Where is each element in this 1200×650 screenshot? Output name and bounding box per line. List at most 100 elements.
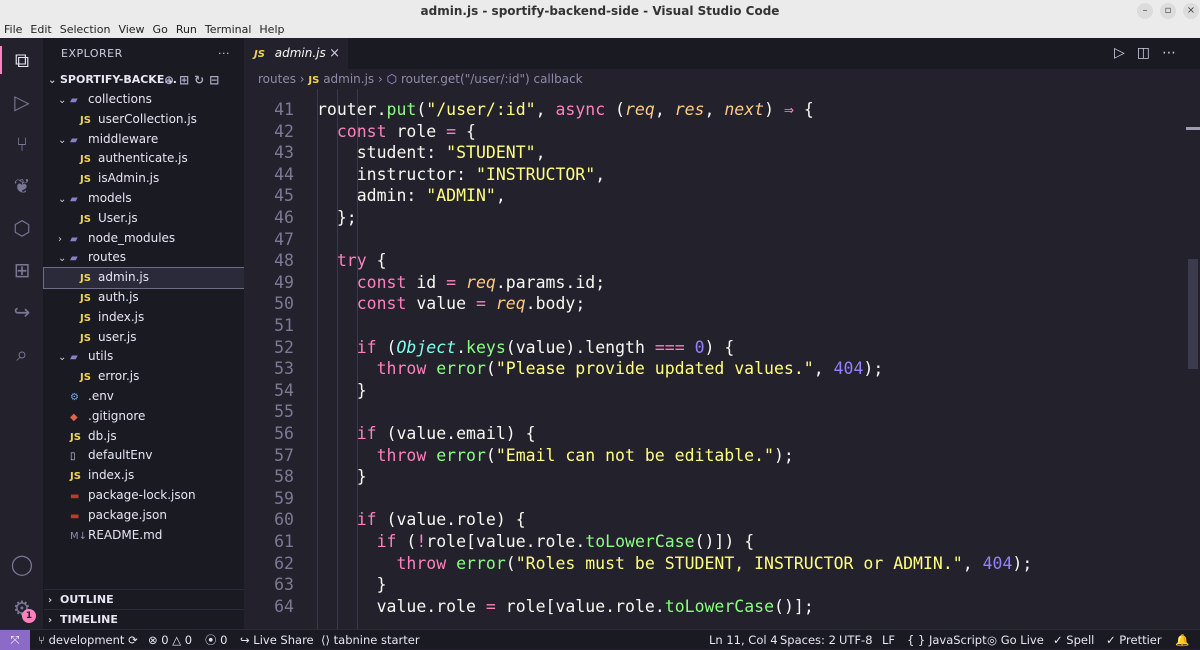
- mongodb-icon[interactable]: ❦: [8, 172, 36, 200]
- ports-item[interactable]: ⦿ 0: [205, 630, 227, 650]
- tree-folder[interactable]: › ▰ node_modules: [44, 229, 244, 249]
- close-window-button[interactable]: ×: [1183, 3, 1199, 19]
- source-control-icon[interactable]: ⑂: [8, 130, 36, 158]
- run-icon[interactable]: ▷: [1114, 45, 1137, 61]
- breadcrumb-file[interactable]: admin.js: [323, 72, 374, 86]
- maximize-button[interactable]: ▫: [1160, 3, 1176, 19]
- indentation[interactable]: Spaces: 2: [780, 630, 836, 650]
- code-line[interactable]: 43 student: "STUDENT",: [244, 142, 1184, 164]
- code-line[interactable]: 63 }: [244, 574, 1184, 596]
- more-actions-icon[interactable]: ···: [218, 38, 230, 70]
- breadcrumb-symbol[interactable]: router.get("/user/:id") callback: [401, 72, 583, 86]
- code-line[interactable]: 45 admin: "ADMIN",: [244, 185, 1184, 207]
- code-line[interactable]: 56 if (value.email) {: [244, 423, 1184, 445]
- code-line[interactable]: 47: [244, 229, 1184, 251]
- go-live-item[interactable]: ◎ Go Live: [987, 630, 1044, 650]
- tree-folder[interactable]: ⌄ ▰ collections: [44, 90, 244, 110]
- code-line[interactable]: 55: [244, 401, 1184, 423]
- extensions-icon[interactable]: ⊞: [8, 256, 36, 284]
- tree-file[interactable]: JS index.js: [44, 308, 244, 328]
- menu-file[interactable]: File: [0, 22, 26, 38]
- code-line[interactable]: 50 const value = req.body;: [244, 293, 1184, 315]
- code-line[interactable]: 58 }: [244, 466, 1184, 488]
- language-mode[interactable]: { } JavaScript: [907, 630, 987, 650]
- tab-admin-js[interactable]: JS admin.js ×: [244, 38, 348, 69]
- tree-file[interactable]: JS auth.js: [44, 288, 244, 308]
- code-line[interactable]: 62 throw error("Roles must be STUDENT, I…: [244, 553, 1184, 575]
- tree-folder[interactable]: ⌄ ▰ middleware: [44, 130, 244, 150]
- remote-explorer-icon[interactable]: ⬡: [8, 214, 36, 242]
- menu-edit[interactable]: Edit: [26, 22, 55, 38]
- line-ending[interactable]: LF: [882, 630, 895, 650]
- split-editor-icon[interactable]: ◫: [1137, 45, 1162, 61]
- timeline-section[interactable]: › TIMELINE: [44, 609, 244, 629]
- run-debug-icon[interactable]: ▷: [8, 88, 36, 116]
- tree-file[interactable]: JS error.js: [44, 367, 244, 387]
- live-share-icon[interactable]: ↪: [8, 298, 36, 326]
- prettier-item[interactable]: ✓ Prettier: [1106, 630, 1162, 650]
- refresh-icon[interactable]: ↻: [194, 73, 209, 87]
- explorer-icon[interactable]: ⧉: [8, 46, 36, 74]
- collapse-all-icon[interactable]: ⊟: [209, 73, 224, 87]
- tree-file[interactable]: ▬ package.json: [44, 506, 244, 526]
- code-line[interactable]: 60 if (value.role) {: [244, 509, 1184, 531]
- tree-file[interactable]: JS authenticate.js: [44, 149, 244, 169]
- code-editor[interactable]: 41 router.put("/user/:id", async (req, re…: [244, 89, 1186, 629]
- search-icon[interactable]: ⌕: [8, 340, 36, 368]
- more-icon[interactable]: ⋯: [1162, 45, 1188, 61]
- code-line[interactable]: 52 if (Object.keys(value).length === 0) …: [244, 337, 1184, 359]
- close-tab-icon[interactable]: ×: [329, 38, 340, 69]
- tree-file[interactable]: ◆ .gitignore: [44, 407, 244, 427]
- encoding[interactable]: UTF-8: [839, 630, 873, 650]
- tree-file[interactable]: JS User.js: [44, 209, 244, 229]
- tree-file[interactable]: JS userCollection.js: [44, 110, 244, 130]
- menu-go[interactable]: Go: [149, 22, 172, 38]
- spell-item[interactable]: ✓ Spell: [1053, 630, 1094, 650]
- outline-section[interactable]: › OUTLINE: [44, 589, 244, 609]
- menu-run[interactable]: Run: [172, 22, 201, 38]
- cursor-position[interactable]: Ln 11, Col 4: [709, 630, 778, 650]
- menu-selection[interactable]: Selection: [56, 22, 115, 38]
- live-share-item[interactable]: ↪ Live Share: [240, 630, 314, 650]
- code-line[interactable]: 64 value.role = role[value.role.toLowerC…: [244, 596, 1184, 618]
- code-line[interactable]: 48 try {: [244, 250, 1184, 272]
- code-line[interactable]: 46 };: [244, 207, 1184, 229]
- workspace-root[interactable]: ⌄ SPORTIFY-BACKE... ⊕⊞↻⊟: [44, 70, 244, 90]
- code-line[interactable]: 59: [244, 488, 1184, 510]
- code-line[interactable]: 53 throw error("Please provide updated v…: [244, 358, 1184, 380]
- code-line[interactable]: 49 const id = req.params.id;: [244, 272, 1184, 294]
- problems-item[interactable]: ⊗ 0 △ 0: [148, 630, 192, 650]
- account-icon[interactable]: ◯: [8, 550, 36, 578]
- tabnine-item[interactable]: ⟨⟩ tabnine starter: [321, 630, 420, 650]
- code-line[interactable]: 57 throw error("Email can not be editabl…: [244, 445, 1184, 467]
- tree-file[interactable]: JS index.js: [44, 466, 244, 486]
- new-file-icon[interactable]: ⊕: [164, 73, 179, 87]
- menu-view[interactable]: View: [114, 22, 148, 38]
- menu-help[interactable]: Help: [255, 22, 288, 38]
- tree-folder[interactable]: ⌄ ▰ utils: [44, 347, 244, 367]
- tree-file[interactable]: JS admin.js: [43, 267, 245, 289]
- breadcrumb-folder[interactable]: routes: [258, 72, 296, 86]
- code-line[interactable]: 51: [244, 315, 1184, 337]
- tree-folder[interactable]: ⌄ ▰ models: [44, 189, 244, 209]
- tree-file[interactable]: ▯ defaultEnv: [44, 446, 244, 466]
- menu-terminal[interactable]: Terminal: [201, 22, 256, 38]
- code-line[interactable]: 42 const role = {: [244, 121, 1184, 143]
- minimize-button[interactable]: –: [1137, 3, 1153, 19]
- tree-folder[interactable]: ⌄ ▰ routes: [44, 248, 244, 268]
- tree-file[interactable]: JS db.js: [44, 427, 244, 447]
- code-line[interactable]: 41 router.put("/user/:id", async (req, re…: [244, 99, 1184, 121]
- remote-icon[interactable]: ⤧: [0, 630, 30, 650]
- new-folder-icon[interactable]: ⊞: [179, 73, 194, 87]
- code-line[interactable]: 54 }: [244, 380, 1184, 402]
- editor-scrollbar[interactable]: [1186, 89, 1200, 629]
- notifications-icon[interactable]: 🔔: [1175, 630, 1189, 650]
- code-line[interactable]: 44 instructor: "INSTRUCTOR",: [244, 164, 1184, 186]
- code-line[interactable]: 61 if (!role[value.role.toLowerCase()]) …: [244, 531, 1184, 553]
- tree-file[interactable]: M↓README.md: [44, 526, 244, 546]
- tree-file[interactable]: ⚙ .env: [44, 387, 244, 407]
- tree-file[interactable]: JS isAdmin.js: [44, 169, 244, 189]
- branch-item[interactable]: ⑂ development ⟳: [38, 630, 138, 650]
- tree-file[interactable]: ▬ package-lock.json: [44, 486, 244, 506]
- scroll-thumb[interactable]: [1188, 259, 1198, 369]
